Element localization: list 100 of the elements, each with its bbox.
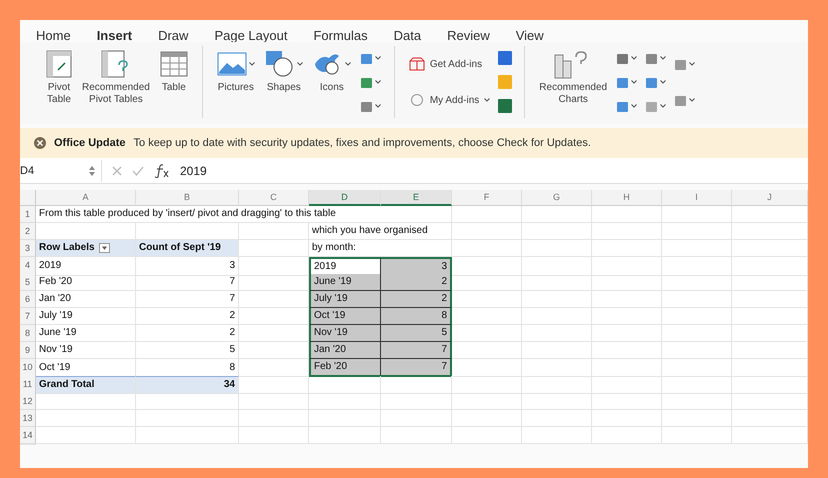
empty-cell[interactable]	[662, 274, 732, 291]
ribbon-button[interactable]: Pivot Table	[44, 46, 74, 118]
column-header[interactable]: H	[592, 190, 662, 206]
empty-cell[interactable]	[732, 257, 808, 276]
empty-cell[interactable]	[592, 393, 662, 410]
table-cell[interactable]: Feb '20	[36, 274, 136, 291]
empty-cell[interactable]	[592, 308, 662, 325]
empty-cell[interactable]	[522, 308, 592, 325]
empty-cell[interactable]	[662, 393, 732, 410]
empty-cell[interactable]	[662, 342, 732, 359]
table-cell[interactable]: 34	[136, 376, 239, 394]
empty-cell[interactable]	[522, 410, 592, 427]
empty-cell[interactable]	[732, 359, 808, 377]
table-cell[interactable]: June '19	[309, 274, 381, 291]
empty-cell[interactable]	[309, 393, 381, 410]
row-header[interactable]: 10	[20, 359, 36, 377]
empty-cell[interactable]	[452, 240, 522, 257]
empty-cell[interactable]	[732, 308, 808, 325]
empty-cell[interactable]	[592, 240, 662, 257]
table-cell[interactable]: From this table produced by 'insert/ pivot and dragging' to this table	[36, 206, 452, 223]
row-header[interactable]: 14	[20, 427, 36, 444]
empty-cell[interactable]	[452, 223, 522, 240]
empty-cell[interactable]	[732, 376, 808, 394]
table-cell[interactable]: 2	[381, 274, 452, 291]
empty-cell[interactable]	[522, 393, 592, 410]
empty-cell[interactable]	[592, 274, 662, 291]
column-header[interactable]: D	[309, 190, 381, 206]
row-header[interactable]: 13	[20, 410, 36, 427]
empty-cell[interactable]	[592, 257, 662, 276]
empty-cell[interactable]	[662, 325, 732, 342]
ribbon-button[interactable]: Shapes	[262, 46, 305, 118]
table-cell[interactable]: 7	[381, 359, 452, 377]
empty-cell[interactable]	[522, 342, 592, 359]
cancel-icon[interactable]	[112, 166, 122, 176]
table-cell[interactable]: Jan '20	[36, 291, 136, 308]
ribbon-button[interactable]: Recommended Charts	[537, 46, 610, 118]
ribbon-tab[interactable]: Formulas	[313, 28, 368, 46]
table-cell[interactable]: Jan '20	[309, 342, 381, 359]
table-cell[interactable]: 5	[136, 342, 239, 359]
empty-cell[interactable]	[662, 376, 732, 394]
row-header[interactable]: 5	[20, 274, 36, 291]
row-header[interactable]: 1	[20, 206, 36, 223]
column-header[interactable]: E	[381, 190, 452, 206]
empty-cell[interactable]	[732, 291, 808, 308]
table-cell[interactable]: Grand Total	[36, 376, 136, 394]
table-cell[interactable]: 3	[136, 257, 239, 276]
check-icon[interactable]	[132, 166, 144, 176]
row-header[interactable]: 7	[20, 308, 36, 325]
empty-cell[interactable]	[309, 427, 381, 444]
ribbon-tab[interactable]: Draw	[158, 28, 188, 46]
empty-cell[interactable]	[732, 325, 808, 342]
empty-cell[interactable]	[732, 223, 808, 240]
empty-cell[interactable]	[592, 342, 662, 359]
empty-cell[interactable]	[522, 359, 592, 377]
row-header[interactable]: 3	[20, 240, 36, 257]
empty-cell[interactable]	[452, 427, 522, 444]
empty-cell[interactable]	[136, 410, 239, 427]
empty-cell[interactable]	[592, 359, 662, 377]
column-header[interactable]: J	[732, 190, 808, 206]
empty-cell[interactable]	[522, 325, 592, 342]
table-cell[interactable]: 7	[136, 291, 239, 308]
empty-cell[interactable]	[381, 393, 452, 410]
table-cell[interactable]: Nov '19	[309, 325, 381, 342]
add-ins-button[interactable]: Get Add-ins	[406, 53, 492, 75]
empty-cell[interactable]	[309, 376, 381, 394]
empty-cell[interactable]	[452, 410, 522, 427]
table-cell[interactable]: Oct '19	[309, 308, 381, 325]
table-cell[interactable]: Count of Sept '19	[136, 240, 239, 257]
row-header[interactable]: 8	[20, 325, 36, 342]
empty-cell[interactable]	[522, 257, 592, 276]
column-header[interactable]: G	[522, 190, 592, 206]
empty-cell[interactable]	[239, 223, 309, 240]
ribbon-button[interactable]: Recommended Pivot Tables	[80, 46, 152, 118]
empty-cell[interactable]	[732, 427, 808, 444]
empty-cell[interactable]	[732, 342, 808, 359]
column-header[interactable]: B	[136, 190, 239, 206]
empty-cell[interactable]	[732, 206, 808, 223]
empty-cell[interactable]	[592, 291, 662, 308]
column-header[interactable]: I	[662, 190, 732, 206]
add-ins-button[interactable]: My Add-ins	[406, 89, 492, 111]
row-header[interactable]: 2	[20, 223, 36, 240]
row-header[interactable]: 12	[20, 393, 36, 410]
table-cell[interactable]: 2	[381, 291, 452, 308]
table-cell[interactable]: 7	[136, 274, 239, 291]
column-header[interactable]: A	[36, 190, 136, 206]
empty-cell[interactable]	[309, 410, 381, 427]
table-cell[interactable]: June '19	[36, 325, 136, 342]
table-cell[interactable]: July '19	[309, 291, 381, 308]
empty-cell[interactable]	[239, 427, 309, 444]
table-cell[interactable]: 5	[381, 325, 452, 342]
empty-cell[interactable]	[522, 427, 592, 444]
column-header[interactable]: F	[452, 190, 522, 206]
close-icon[interactable]	[34, 137, 46, 149]
empty-cell[interactable]	[662, 257, 732, 276]
empty-cell[interactable]	[522, 206, 592, 223]
empty-cell[interactable]	[522, 291, 592, 308]
empty-cell[interactable]	[592, 427, 662, 444]
empty-cell[interactable]	[452, 206, 522, 223]
empty-cell[interactable]	[452, 376, 522, 394]
empty-cell[interactable]	[381, 376, 452, 394]
